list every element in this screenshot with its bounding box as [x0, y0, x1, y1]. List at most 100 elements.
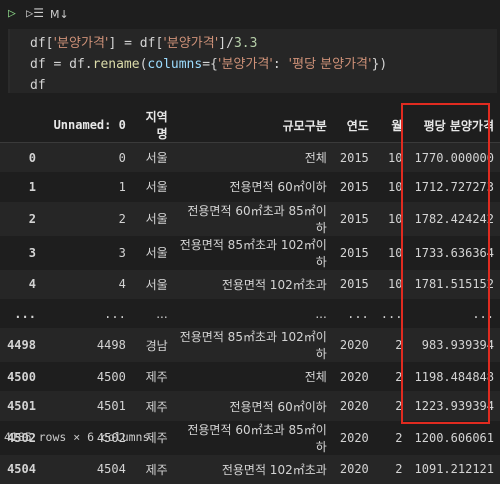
cell-toolbar: ▷ ▷☰ M↓ — [0, 0, 500, 30]
column-header: 규모구분 — [282, 118, 327, 133]
code-editor[interactable]: df['분양가격'] = df['분양가격']/3.3 df = df.rena… — [30, 33, 387, 96]
table-cell: 10 — [388, 277, 403, 292]
row-index: 4498 — [7, 338, 36, 353]
table-cell: 2015 — [339, 277, 369, 292]
table-row: 4501 4501 제주 전용면적 60㎡이하 2020 2 1223.939394 — [0, 391, 500, 421]
table-header-row: Unnamed: 0 지역명 규모구분 연도 월 평당 분양가격 — [0, 108, 500, 143]
table-cell: 2 — [395, 399, 403, 414]
table-cell: 전체 — [304, 151, 327, 166]
table-cell: ... — [104, 306, 126, 321]
table-cell: 10 — [388, 150, 403, 165]
table-cell: 4501 — [96, 399, 126, 414]
table-cell: 1091.212121 — [414, 462, 494, 477]
table-cell: 전용면적 85㎡초과 102㎡이하 — [179, 330, 327, 362]
code-cell[interactable]: df['분양가격'] = df['분양가격']/3.3 df = df.rena… — [8, 29, 497, 93]
code-line-1: df['분양가격'] = df['분양가격']/3.3 — [30, 36, 258, 51]
table-cell: 서울 — [145, 277, 168, 292]
table-cell: 1223.939394 — [414, 399, 494, 414]
code-line-2: df = df.rename(columns={'분양가격': '평당 분양가격… — [30, 57, 388, 72]
table-row: 4500 4500 제주 전체 2020 2 1198.484848 — [0, 362, 500, 391]
table-cell: 10 — [388, 179, 403, 194]
table-cell: 1733.636364 — [414, 245, 494, 260]
table-cell: 서울 — [145, 212, 168, 227]
table-cell: 전용면적 85㎡초과 102㎡이하 — [179, 237, 327, 269]
row-index: ... — [14, 306, 36, 321]
table-cell: ... — [347, 306, 369, 321]
column-header: Unnamed: 0 — [53, 118, 126, 132]
table-cell: 4 — [118, 277, 126, 292]
table-cell: 4500 — [96, 369, 126, 384]
table-cell: 1781.515152 — [414, 277, 494, 292]
table-cell: ... — [380, 306, 403, 321]
row-index: 4500 — [7, 369, 36, 384]
table-cell: 서울 — [145, 180, 168, 195]
table-cell: 제주 — [145, 399, 168, 414]
run-below-icon[interactable]: ▷☰ — [26, 6, 44, 20]
table-cell: 1 — [118, 179, 126, 194]
table-row: 4 4 서울 전용면적 102㎡초과 2015 10 1781.515152 — [0, 269, 500, 299]
table-cell: 2015 — [339, 245, 369, 260]
table-row: 1 1 서울 전용면적 60㎡이하 2015 10 1712.727273 — [0, 172, 500, 201]
row-index: 3 — [28, 245, 36, 260]
table-cell: 2015 — [339, 211, 369, 226]
table-cell: 1782.424242 — [414, 211, 494, 226]
table-cell: 2 — [118, 211, 126, 226]
table-cell: 제주 — [145, 462, 168, 477]
table-cell: 경남 — [145, 338, 168, 353]
table-cell: 2020 — [339, 399, 369, 414]
markdown-toggle[interactable]: M↓ — [50, 8, 69, 21]
index-header — [0, 108, 42, 143]
table-cell: 1770.000000 — [414, 150, 494, 165]
table-cell: 전용면적 102㎡초과 — [221, 277, 327, 292]
table-cell: 전용면적 60㎡초과 85㎡이하 — [187, 203, 327, 235]
table-cell: 전용면적 60㎡초과 85㎡이하 — [187, 422, 327, 454]
row-index: 0 — [28, 150, 36, 165]
table-cell: ... — [472, 306, 494, 321]
code-line-3: df — [30, 78, 46, 93]
column-header: 평당 분양가격 — [423, 118, 494, 133]
table-cell: 2 — [395, 338, 403, 353]
row-index: 2 — [28, 211, 36, 226]
shape-summary: 4185 rows × 6 columns — [4, 430, 150, 444]
table-cell: 4498 — [96, 338, 126, 353]
table-cell: 서울 — [145, 151, 168, 166]
table-row: 3 3 서울 전용면적 85㎡초과 102㎡이하 2015 10 1733.636364 — [0, 236, 500, 270]
table-cell: ... — [156, 306, 168, 321]
table-cell: 983.939394 — [421, 338, 494, 353]
table-row: 2 2 서울 전용면적 60㎡초과 85㎡이하 2015 10 1782.424242 — [0, 201, 500, 236]
table-cell: 10 — [388, 211, 403, 226]
table-row: 4504 4504 제주 전용면적 102㎡초과 2020 2 1091.212121 — [0, 454, 500, 484]
table-cell: 10 — [388, 245, 403, 260]
table-cell: 전용면적 102㎡초과 — [221, 462, 327, 477]
column-header: 월 — [391, 118, 403, 133]
table-cell: 2020 — [339, 462, 369, 477]
table-row: 4498 4498 경남 전용면적 85㎡초과 102㎡이하 2020 2 983.9393… — [0, 328, 500, 363]
dataframe-table: Unnamed: 0 지역명 규모구분 연도 월 평당 분양가격 0 0 서울 전체 2… — [0, 108, 500, 484]
row-index: 4501 — [7, 399, 36, 414]
table-cell: 전용면적 60㎡이하 — [229, 399, 327, 414]
table-cell: 1712.727273 — [414, 179, 494, 194]
row-index: 1 — [28, 179, 36, 194]
row-index: 4 — [28, 277, 36, 292]
table-cell: 2020 — [339, 369, 369, 384]
table-cell: 2020 — [339, 430, 369, 445]
table-cell: 2 — [395, 462, 403, 477]
table-cell: ... — [315, 306, 327, 321]
table-cell: 4504 — [96, 462, 126, 477]
table-cell: 0 — [118, 150, 126, 165]
table-cell: 전용면적 60㎡이하 — [229, 180, 327, 195]
column-header: 지역명 — [145, 110, 168, 141]
table-cell: 서울 — [145, 246, 168, 261]
table-cell: 2015 — [339, 179, 369, 194]
table-cell: 전체 — [304, 370, 327, 385]
table-row: ..................... — [0, 299, 500, 328]
table-cell: 1198.484848 — [414, 369, 494, 384]
table-cell: 제주 — [145, 370, 168, 385]
table-cell: 2 — [395, 430, 403, 445]
table-cell: 1200.606061 — [414, 430, 494, 445]
table-cell: 3 — [118, 245, 126, 260]
column-header: 연도 — [346, 118, 369, 133]
table-row: 0 0 서울 전체 2015 10 1770.000000 — [0, 142, 500, 173]
table-cell: 2015 — [339, 150, 369, 165]
play-icon[interactable]: ▷ — [8, 6, 16, 21]
